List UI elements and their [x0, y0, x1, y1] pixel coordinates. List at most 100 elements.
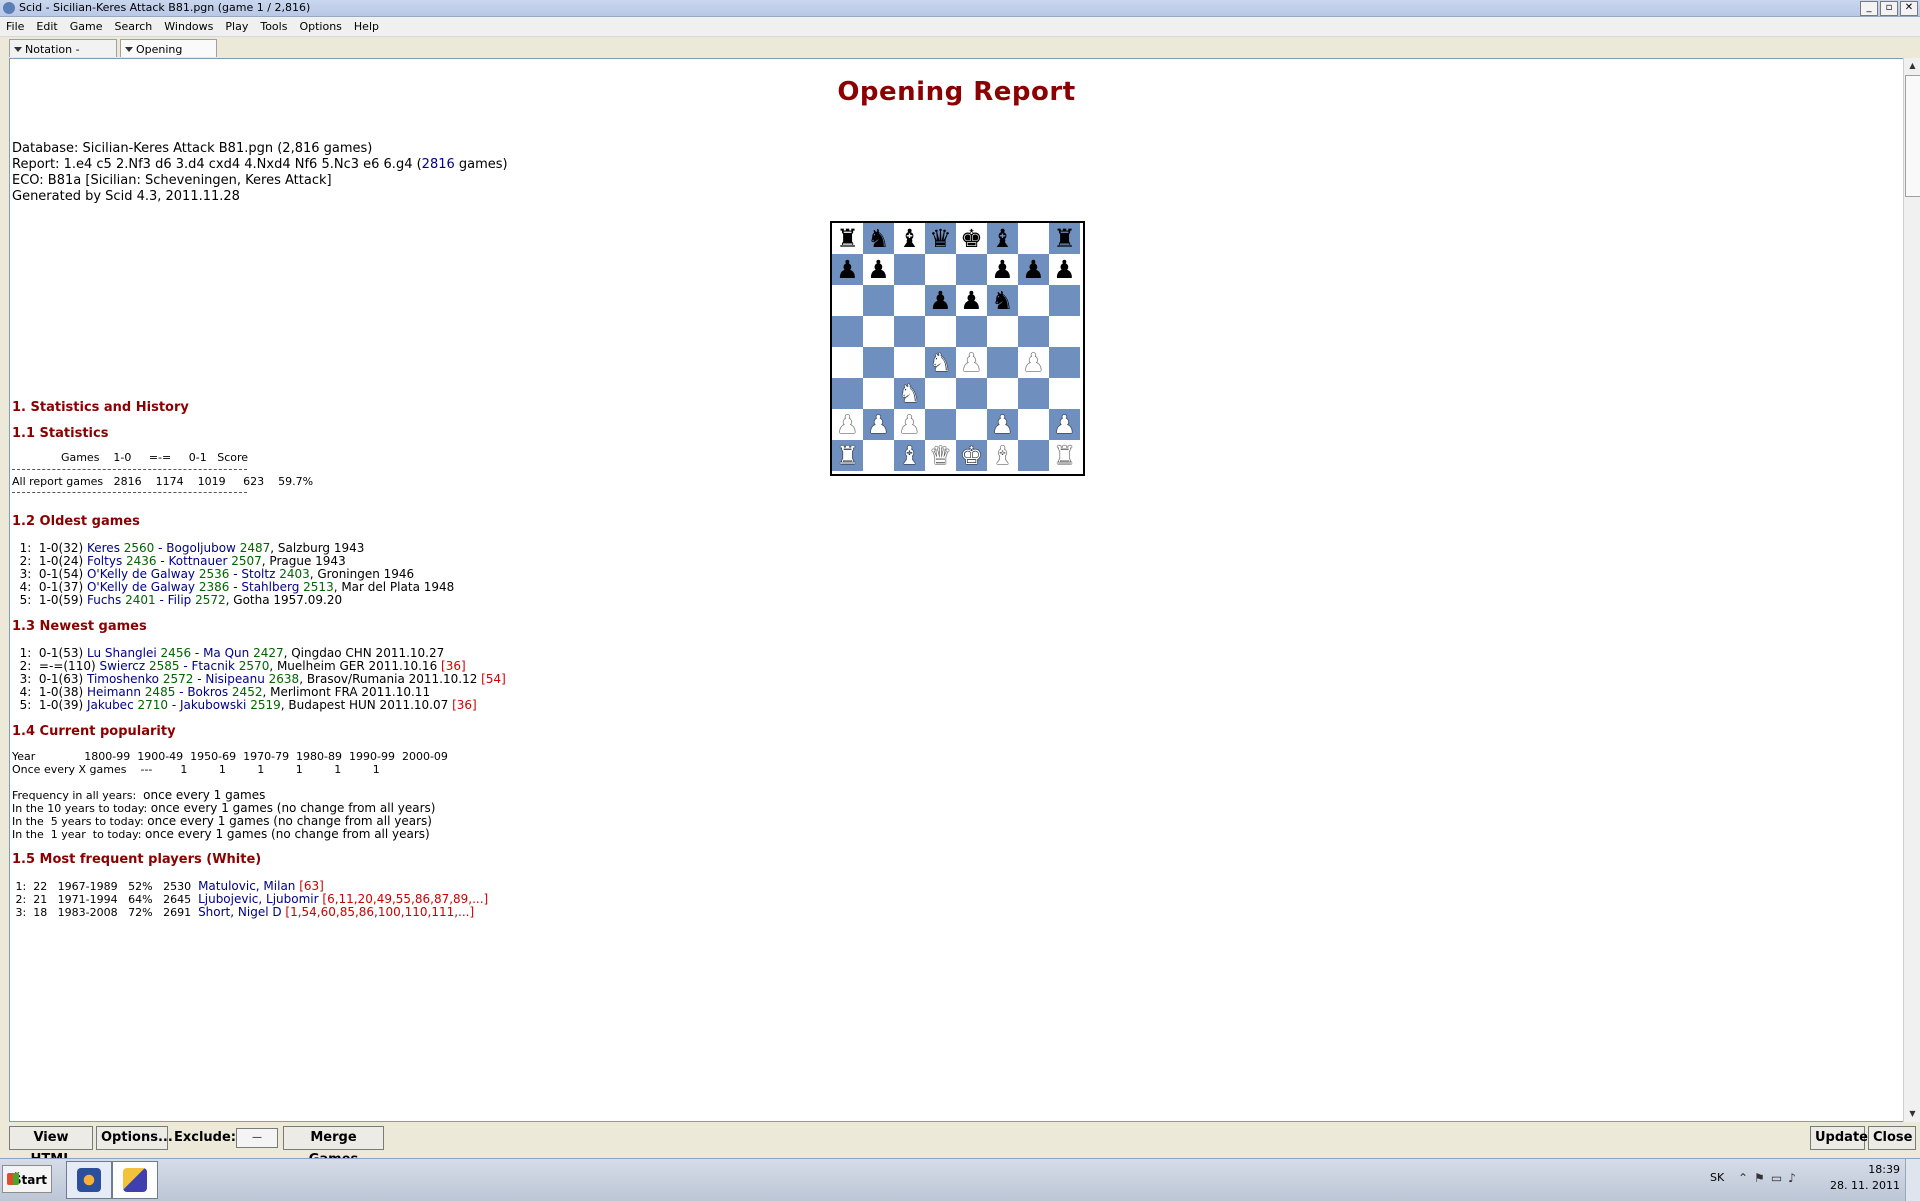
- menu-search[interactable]: Search: [108, 17, 158, 36]
- game-row[interactable]: 5: 1-0(39) Jakubec 2710 - Jakubowski 251…: [12, 697, 477, 713]
- board-square: ♝: [894, 440, 925, 471]
- divider: [12, 469, 247, 470]
- taskbar-media-player[interactable]: [66, 1161, 112, 1199]
- clock-time[interactable]: 18:39: [1868, 1163, 1900, 1176]
- board-square: ♝: [987, 223, 1018, 254]
- taskbar-scid[interactable]: [112, 1161, 158, 1199]
- show-desktop-button[interactable]: [1905, 1159, 1920, 1201]
- tab-notation[interactable]: Notation - game 1: [9, 39, 117, 69]
- board-square: [925, 378, 956, 409]
- board-square: [1018, 316, 1049, 347]
- white-queen-icon: ♛: [929, 441, 952, 470]
- white-pawn-icon: ♟: [1022, 348, 1045, 377]
- board-square: [1018, 440, 1049, 471]
- exclude-dropdown[interactable]: —: [236, 1128, 278, 1148]
- board-square: [1018, 285, 1049, 316]
- windows-logo-icon: [7, 1173, 19, 1185]
- player-row[interactable]: 3: 18 1983-2008 72% 2691 Short, Nigel D …: [12, 904, 474, 921]
- frequency-value: once every 1 games (no change from all y…: [145, 827, 430, 841]
- button-bar: View HTML Options... Exclude: — Merge Ga…: [0, 1124, 1920, 1167]
- menu-help[interactable]: Help: [348, 17, 385, 36]
- board-square: ♟: [987, 254, 1018, 285]
- view-html-button[interactable]: View HTML: [9, 1126, 93, 1167]
- merge-games-button[interactable]: Merge Games: [283, 1126, 384, 1167]
- separator: -: [168, 698, 180, 712]
- black-pawn-icon: ♟: [1053, 255, 1076, 284]
- scroll-down-icon[interactable]: ▼: [1904, 1106, 1920, 1122]
- board-square: [863, 440, 894, 471]
- board-square: [956, 254, 987, 285]
- update-button[interactable]: Update: [1810, 1126, 1868, 1150]
- board-square: [863, 316, 894, 347]
- board-square: ♝: [894, 223, 925, 254]
- report-view[interactable]: Opening Report Database: Sicilian-Keres …: [9, 58, 1904, 1122]
- tray-icons[interactable]: ⌃⚑▭♪: [1738, 1171, 1802, 1185]
- section-frequent-players: 1.5 Most frequent players (White): [12, 852, 262, 867]
- exclude-label: Exclude:: [174, 1130, 237, 1145]
- board-square: ♟: [987, 409, 1018, 440]
- media-player-icon: [77, 1168, 101, 1192]
- language-indicator[interactable]: SK: [1710, 1171, 1724, 1184]
- tab-opening-report[interactable]: Opening Report: [120, 39, 217, 69]
- game-event: , Mar del Plata 1948: [333, 580, 455, 594]
- board-square: [863, 378, 894, 409]
- menu-edit[interactable]: Edit: [30, 17, 63, 36]
- separator: -: [155, 593, 168, 607]
- section-statistics-history: 1. Statistics and History: [12, 400, 189, 415]
- tab-strip: Notation - game 1 Opening Report: [0, 37, 1920, 69]
- board-square: [863, 285, 894, 316]
- game-result: 5: 1-0(59): [12, 593, 87, 607]
- menu-bar: File Edit Game Search Windows Play Tools…: [0, 17, 1920, 37]
- menu-options[interactable]: Options: [293, 17, 347, 36]
- white-elo: 2710: [133, 698, 169, 712]
- black-elo: 2519: [246, 698, 281, 712]
- dropdown-arrow-icon: [125, 47, 133, 52]
- white-pawn-icon: ♟: [898, 410, 921, 439]
- game-row[interactable]: 5: 1-0(59) Fuchs 2401 - Filip 2572, Goth…: [12, 592, 342, 608]
- frequency-row: In the 1 year to today: once every 1 gam…: [12, 826, 430, 843]
- scroll-up-icon[interactable]: ▲: [1904, 58, 1920, 74]
- app-icon: [3, 2, 15, 14]
- black-knight-icon: ♞: [867, 224, 890, 253]
- black-knight-icon: ♞: [991, 286, 1014, 315]
- statistics-row: All report games 2816 1174 1019 623 59.7…: [12, 475, 314, 488]
- game-result: 5: 1-0(39): [12, 698, 87, 712]
- board-square: [987, 347, 1018, 378]
- vertical-scrollbar[interactable]: ▲ ▼: [1903, 58, 1920, 1122]
- white-pawn-icon: ♟: [867, 410, 890, 439]
- player-games: [1,54,60,85,86,100,110,111,...]: [281, 905, 475, 919]
- white-pawn-icon: ♟: [991, 410, 1014, 439]
- black-rook-icon: ♜: [1053, 224, 1076, 253]
- menu-tools[interactable]: Tools: [254, 17, 293, 36]
- player-name: Short, Nigel D: [198, 905, 282, 919]
- minimize-button[interactable]: _: [1860, 1, 1878, 16]
- board-square: ♞: [925, 347, 956, 378]
- white-bishop-icon: ♝: [991, 441, 1014, 470]
- info-report: Report: 1.e4 c5 2.Nf3 d6 3.d4 cxd4 4.Nxd…: [12, 157, 508, 173]
- close-window-button[interactable]: ✕: [1900, 1, 1918, 16]
- white-player: Fuchs: [86, 593, 122, 607]
- menu-file[interactable]: File: [0, 17, 30, 36]
- white-rook-icon: ♜: [1053, 441, 1076, 470]
- board-square: [894, 254, 925, 285]
- board-square: ♞: [894, 378, 925, 409]
- board-square: ♟: [925, 285, 956, 316]
- player-stats: 3: 18 1983-2008 72% 2691: [12, 906, 199, 919]
- menu-windows[interactable]: Windows: [158, 17, 219, 36]
- menu-play[interactable]: Play: [219, 17, 254, 36]
- board-square: [1018, 223, 1049, 254]
- restore-button[interactable]: ▫: [1880, 1, 1898, 16]
- close-button[interactable]: Close: [1868, 1126, 1916, 1150]
- board-square: [925, 409, 956, 440]
- report-title: Opening Report: [837, 77, 1076, 107]
- options-button[interactable]: Options...: [96, 1126, 173, 1150]
- board-square: [1049, 378, 1080, 409]
- black-player: Filip: [167, 593, 192, 607]
- board-square: [863, 347, 894, 378]
- board-square: [956, 409, 987, 440]
- board-square: [1018, 378, 1049, 409]
- menu-game[interactable]: Game: [64, 17, 109, 36]
- scroll-thumb[interactable]: [1905, 75, 1920, 197]
- clock-date[interactable]: 28. 11. 2011: [1830, 1179, 1900, 1192]
- start-button[interactable]: Štart: [2, 1165, 52, 1193]
